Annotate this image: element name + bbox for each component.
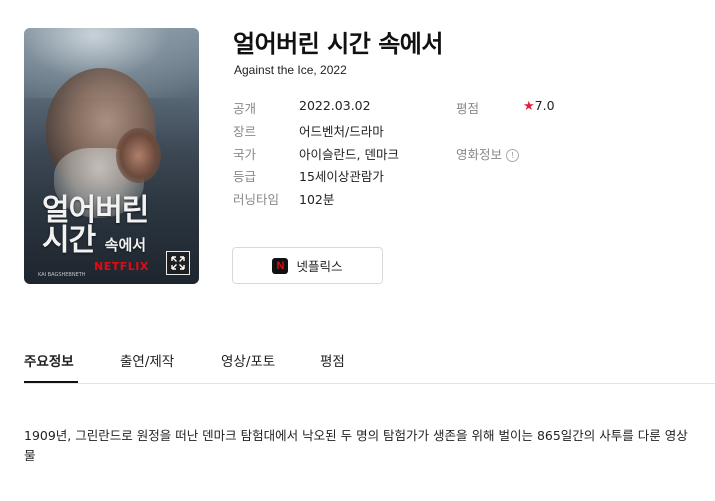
tab-divider <box>24 383 715 384</box>
country-value: 아이슬란드, 덴마크 <box>299 147 399 162</box>
genre-value: 어드벤처/드라마 <box>299 124 384 139</box>
age-rating-label: 등급 <box>233 169 257 184</box>
poster-title-line1: 얼어버린 <box>42 193 149 228</box>
watch-netflix-label: 넷플릭스 <box>296 259 343 274</box>
poster-netflix-logo: NETFLIX <box>94 260 149 273</box>
runtime-label: 러닝타임 <box>233 192 280 207</box>
tab-main-info[interactable]: 주요정보 <box>24 350 74 370</box>
synopsis-text: 1909년, 그린란드로 원정을 떠난 덴마크 탐험대에서 낙오된 두 명의 탐… <box>24 428 688 463</box>
movie-poster[interactable]: 얼어버린 시간 속에서 KAI BAGSHEBNETH NETFLIX <box>24 28 199 284</box>
age-rating-value: 15세이상관람가 <box>299 169 384 184</box>
movie-info-label[interactable]: 영화정보! <box>456 144 520 163</box>
netflix-icon: N <box>272 257 289 274</box>
poster-face-second <box>116 128 161 183</box>
original-title-year: Against the Ice, 2022 <box>234 63 347 77</box>
release-value: 2022.03.02 <box>299 98 371 113</box>
star-icon: ★ <box>523 99 535 114</box>
rating-label: 평점 <box>456 101 480 116</box>
watch-netflix-button[interactable]: N 넷플릭스 <box>232 247 383 284</box>
tab-reviews[interactable]: 평점 <box>320 350 345 370</box>
poster-title-line2: 시간 <box>42 223 96 258</box>
release-label: 공개 <box>233 101 257 116</box>
movie-info-text: 영화정보 <box>456 147 503 162</box>
expand-icon[interactable] <box>166 251 190 275</box>
genre-label: 장르 <box>233 124 257 139</box>
page-title: 얼어버린 시간 속에서 <box>233 30 443 58</box>
info-icon[interactable]: ! <box>506 149 520 162</box>
poster-title-small: 속에서 <box>104 236 147 254</box>
runtime-value: 102분 <box>299 192 335 207</box>
tab-cast-crew[interactable]: 출연/제작 <box>120 350 174 370</box>
tab-video-photo[interactable]: 영상/포토 <box>221 350 275 370</box>
rating-score: ★7.0 <box>523 98 555 114</box>
rating-value: 7.0 <box>534 98 555 113</box>
country-label: 국가 <box>233 147 257 162</box>
poster-credit: KAI BAGSHEBNETH <box>38 272 86 278</box>
